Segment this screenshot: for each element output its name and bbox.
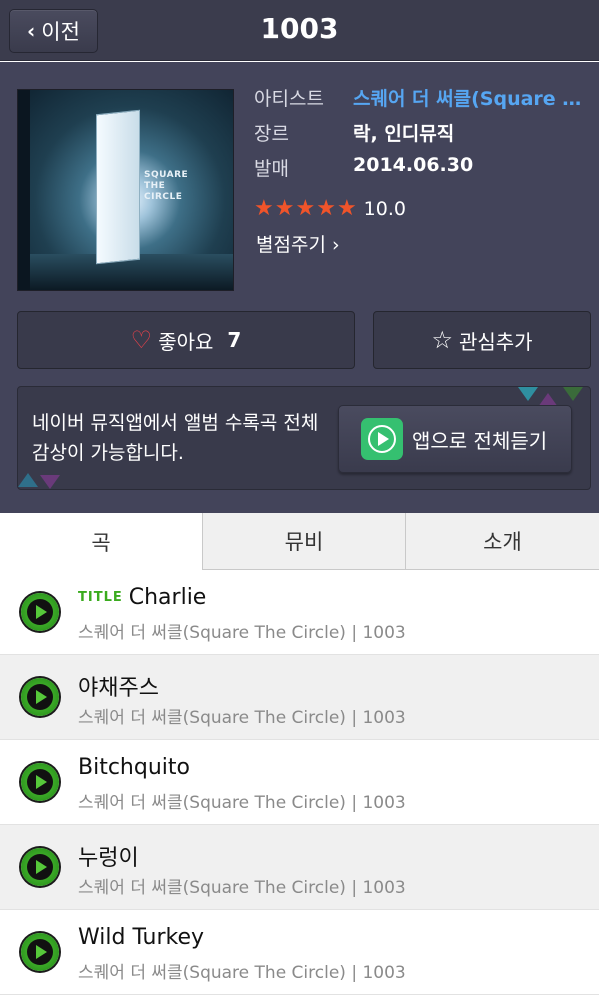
play-icon[interactable] [21,678,59,716]
track-artist-album: 스퀘어 더 써클(Square The Circle) | 1003 [78,793,406,813]
star-icon: ★ [295,196,316,221]
track-title: Bitchquito [78,755,190,780]
star-icon: ★ [254,196,274,221]
genre-row: 장르 락, 인디뮤직 [254,119,593,147]
track-row[interactable]: TITLE Charlie 스퀘어 더 써클(Square The Circle… [0,570,599,655]
cover-text: SQUARE THE CIRCLE [144,170,189,202]
track-name: Charlie [128,585,207,610]
star-outline-icon: ☆ [431,326,453,354]
track-name: Wild Turkey [78,925,205,950]
track-title: 야채주스 [78,670,159,702]
app-promo-banner: 네이버 뮤직앱에서 앨범 수록곡 전체 감상이 가능합니다. 앱으로 전체듣기 [17,386,591,490]
artist-label: 아티스트 [254,88,324,110]
cover-door-image [96,109,140,265]
play-icon[interactable] [21,763,59,801]
listen-in-app-button[interactable]: 앱으로 전체듣기 [338,405,572,473]
rate-link[interactable]: 별점주기 › [256,230,340,257]
banner-decoration [40,475,60,489]
cover-spine [18,90,30,290]
track-row[interactable]: 누렁이 스퀘어 더 써클(Square The Circle) | 1003 [0,825,599,910]
track-title: TITLE Charlie [78,585,206,610]
title-badge: TITLE [78,590,123,605]
banner-decoration [518,387,538,401]
track-artist-album: 스퀘어 더 써클(Square The Circle) | 1003 [78,963,406,983]
track-name: 야채주스 [78,676,159,701]
add-favorite-button[interactable]: ☆ 관심추가 [373,311,591,369]
heart-icon: ♡ [130,326,153,354]
track-row[interactable]: 야채주스 스퀘어 더 써클(Square The Circle) | 1003 [0,655,599,740]
content-tabs: 곡 뮤비 소개 [0,513,599,570]
album-info-panel: SQUARE THE CIRCLE 아티스트 스퀘어 더 써클(Square T… [0,62,599,513]
tab-intro[interactable]: 소개 [406,513,599,570]
track-row[interactable]: Wild Turkey 스퀘어 더 써클(Square The Circle) … [0,910,599,995]
header-bar: ‹ 이전 1003 [0,0,599,61]
tab-music-video[interactable]: 뮤비 [203,513,406,570]
play-icon[interactable] [21,933,59,971]
track-title: 누렁이 [78,840,139,872]
artist-link[interactable]: 스퀘어 더 써클(Square The Circle) [353,84,593,112]
app-play-icon [361,418,403,460]
star-icon: ★ [336,196,357,221]
favorite-label: 관심추가 [458,329,533,354]
banner-decoration [563,387,583,401]
track-name: 누렁이 [78,846,139,871]
release-row: 발매 2014.06.30 [254,154,593,182]
track-row[interactable]: Bitchquito 스퀘어 더 써클(Square The Circle) |… [0,740,599,825]
artist-row: 아티스트 스퀘어 더 써클(Square The Circle) [254,84,593,112]
page-title: 1003 [260,12,339,45]
genre-label: 장르 [254,123,289,145]
star-icon: ★ [316,196,336,221]
banner-text: 네이버 뮤직앱에서 앨범 수록곡 전체 감상이 가능합니다. [32,412,319,464]
track-name: Bitchquito [78,755,190,780]
genre-value: 락, 인디뮤직 [353,123,455,145]
listen-label: 앱으로 전체듣기 [412,428,548,453]
release-label: 발매 [254,158,289,180]
release-value: 2014.06.30 [353,154,474,176]
album-cover[interactable]: SQUARE THE CIRCLE [17,89,234,291]
like-button[interactable]: ♡ 좋아요 7 [17,311,355,369]
play-icon[interactable] [21,848,59,886]
track-artist-album: 스퀘어 더 써클(Square The Circle) | 1003 [78,623,406,643]
banner-decoration [18,473,38,487]
track-title: Wild Turkey [78,925,204,950]
like-label: 좋아요 [158,329,214,354]
rating: ★ ★ ★ ★ ★ 10.0 [254,196,406,222]
play-icon[interactable] [21,593,59,631]
tab-songs[interactable]: 곡 [0,513,203,570]
track-artist-album: 스퀘어 더 써클(Square The Circle) | 1003 [78,878,406,898]
star-icon: ★ [274,196,295,221]
rating-value: 10.0 [363,198,406,220]
like-count: 7 [227,328,242,352]
track-artist-album: 스퀘어 더 써클(Square The Circle) | 1003 [78,708,406,728]
